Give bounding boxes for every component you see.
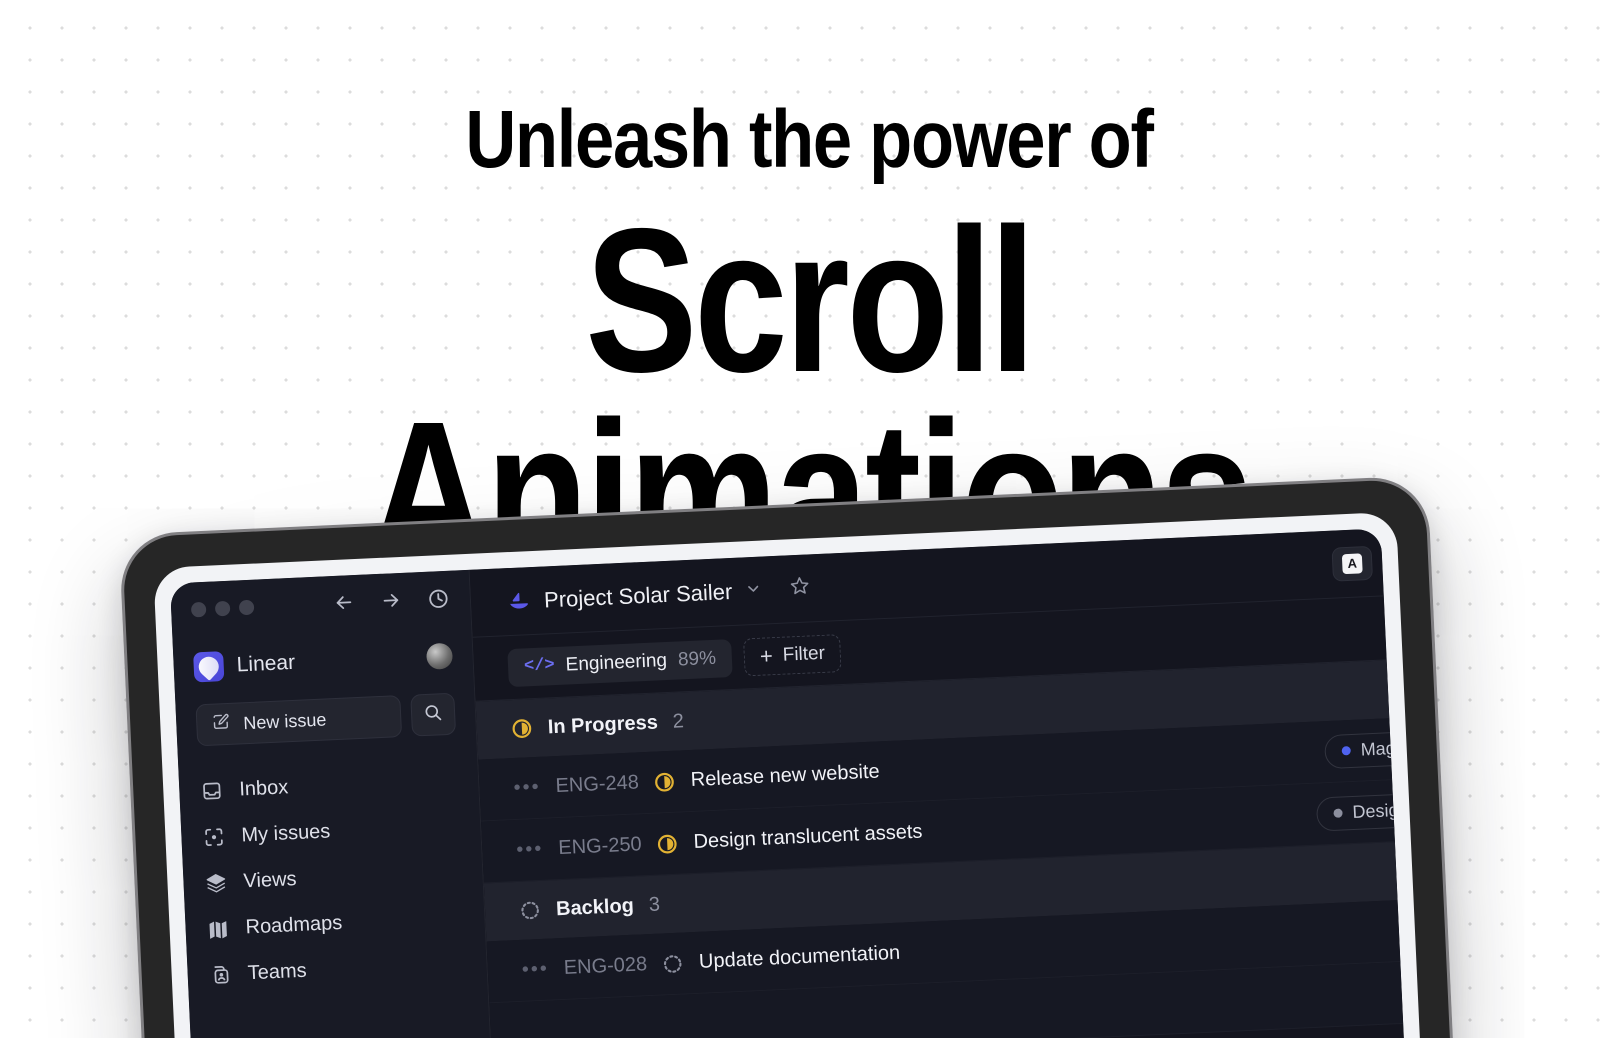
ellipsis-icon[interactable]: ••• — [516, 838, 544, 862]
traffic-light-close[interactable] — [190, 601, 207, 617]
titlebar-spacer — [263, 603, 324, 606]
sidebar-item-label: Views — [243, 867, 297, 892]
chevron-down-icon[interactable] — [745, 579, 763, 602]
linear-logo-icon — [193, 651, 225, 683]
traffic-light-minimize[interactable] — [214, 600, 231, 616]
brand-name: Linear — [236, 650, 296, 677]
half-circle-icon[interactable] — [653, 770, 676, 793]
issue-title: Design translucent assets — [693, 820, 923, 853]
device-mockup: Linear New issue Inbox My issues Views R… — [118, 475, 1457, 1038]
clock-icon[interactable] — [426, 586, 450, 610]
half-circle-icon — [510, 717, 533, 740]
layers-icon — [203, 870, 228, 895]
label-text: Desig — [1352, 799, 1399, 823]
sidebar-item-roadmaps[interactable]: Roadmaps — [205, 902, 465, 944]
team-filter-chip[interactable]: </> Engineering 89% — [507, 638, 733, 687]
sidebar: Linear New issue Inbox My issues Views R… — [169, 569, 497, 1038]
arrow-left-icon[interactable] — [332, 591, 355, 614]
sidebar-item-my-issues[interactable]: My issues — [201, 811, 461, 853]
main-pane: Project Solar Sailer A </> Engineering 8… — [469, 528, 1408, 1038]
app-icon: A — [1341, 552, 1363, 574]
app-switcher-button[interactable]: A — [1331, 545, 1373, 582]
group-title: In Progress — [547, 710, 659, 738]
issue-title: Release new website — [690, 760, 881, 792]
sidebar-item-label: Roadmaps — [245, 911, 343, 938]
teams-icon — [207, 962, 232, 987]
add-filter-label: Filter — [782, 642, 826, 666]
sidebar-item-label: Inbox — [238, 775, 289, 800]
dashed-circle-icon[interactable] — [662, 952, 685, 975]
user-avatar[interactable] — [425, 642, 454, 670]
dashed-circle-icon — [519, 899, 542, 922]
sidebar-nav: Inbox My issues Views Roadmaps Teams — [177, 734, 487, 991]
issue-label-badge[interactable]: Mag — [1323, 730, 1408, 769]
issue-id: ENG-028 — [563, 953, 648, 979]
pencil-square-icon — [211, 712, 231, 737]
device-bezel: Linear New issue Inbox My issues Views R… — [121, 478, 1454, 1038]
sidebar-item-label: Teams — [247, 959, 308, 984]
code-brackets-icon: </> — [523, 656, 556, 677]
sidebar-item-inbox[interactable]: Inbox — [199, 765, 459, 807]
search-icon — [423, 702, 444, 728]
issue-title: Update documentation — [698, 941, 901, 973]
page-root: Unleash the power of Scroll Animations L… — [0, 0, 1618, 1038]
traffic-light-maximize[interactable] — [238, 599, 255, 615]
group-title: Backlog — [555, 894, 635, 920]
issue-label-badge[interactable]: Desig — [1315, 792, 1408, 832]
plus-icon: + — [759, 642, 774, 669]
ellipsis-icon[interactable]: ••• — [513, 776, 541, 800]
label-text: Mag — [1360, 738, 1397, 760]
label-dot — [1341, 746, 1351, 756]
team-progress-percent: 89% — [677, 647, 717, 670]
issue-id: ENG-248 — [555, 771, 640, 798]
add-filter-button[interactable]: + Filter — [743, 633, 842, 676]
sailboat-icon — [505, 588, 532, 615]
arrow-right-icon[interactable] — [379, 589, 402, 612]
sidebar-item-label: My issues — [240, 819, 331, 846]
sidebar-item-views[interactable]: Views — [203, 856, 463, 898]
new-issue-label: New issue — [242, 708, 327, 733]
group-count: 3 — [648, 893, 661, 916]
half-circle-icon[interactable] — [656, 832, 679, 855]
issue-id: ENG-250 — [557, 833, 643, 860]
sidebar-item-teams[interactable]: Teams — [207, 948, 467, 990]
team-filter-label: Engineering — [565, 649, 668, 676]
ellipsis-icon[interactable]: ••• — [521, 958, 549, 982]
header-spacer — [824, 565, 1319, 587]
inbox-icon — [199, 778, 224, 803]
device-inner-frame: Linear New issue Inbox My issues Views R… — [153, 511, 1424, 1038]
page-title: Project Solar Sailer — [543, 578, 733, 612]
search-button[interactable] — [410, 692, 457, 737]
hero-line-1: Unleash the power of — [465, 94, 1154, 185]
device-bezel-edge: Linear New issue Inbox My issues Views R… — [118, 475, 1457, 1038]
hero-line-2: Scroll — [585, 186, 1036, 415]
label-dot — [1333, 808, 1343, 818]
linear-app-window: Linear New issue Inbox My issues Views R… — [169, 528, 1408, 1038]
star-icon[interactable] — [789, 574, 812, 602]
group-count: 2 — [672, 709, 685, 733]
target-icon — [201, 824, 226, 849]
map-icon — [205, 916, 230, 941]
issue-list[interactable]: In Progress 2 ••• ENG-248 Release new we… — [475, 660, 1408, 1038]
